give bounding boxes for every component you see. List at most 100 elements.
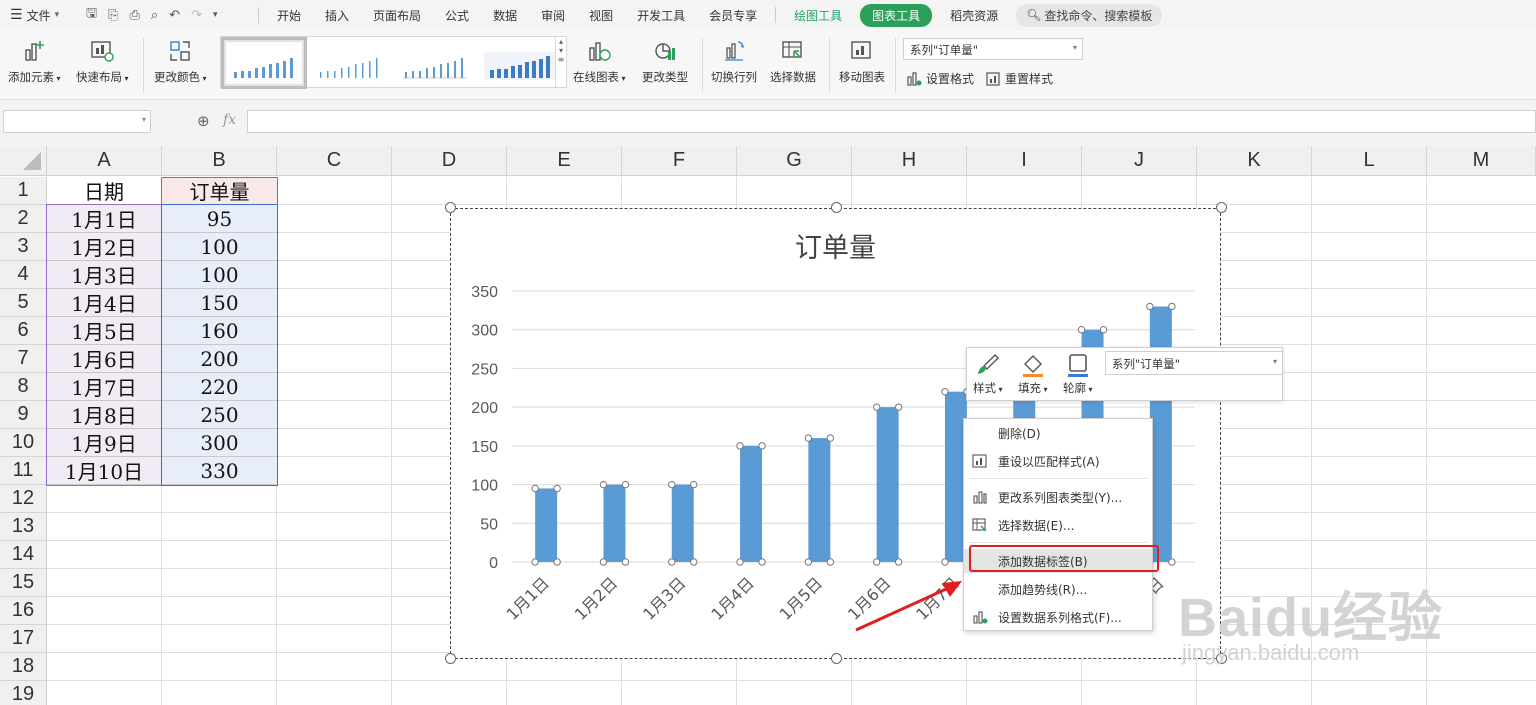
gallery-scroll[interactable]: ▴ ▾ ≡ <box>555 37 566 87</box>
date-cell[interactable]: 1月4日 <box>47 289 162 317</box>
row-header[interactable]: 5 <box>0 289 47 317</box>
menu-tab[interactable]: 绘图工具 <box>782 7 854 24</box>
menu-item-change-series-type[interactable]: 更改系列图表类型(Y)... <box>964 485 1152 509</box>
menu-item-add-trendline[interactable]: 添加趋势线(R)... <box>964 577 1152 601</box>
row-header[interactable]: 3 <box>0 233 47 261</box>
date-cell[interactable]: 1月3日 <box>47 261 162 289</box>
date-cell[interactable]: 1月5日 <box>47 317 162 345</box>
menu-tab[interactable]: 视图 <box>577 7 625 24</box>
order-cell[interactable]: 150 <box>162 289 277 317</box>
menu-tab[interactable]: 开始 <box>265 7 313 24</box>
undo-icon[interactable]: ↶ <box>169 8 180 23</box>
menu-item-reset-style[interactable]: 重设以匹配样式(A) <box>964 449 1152 473</box>
row-header[interactable]: 18 <box>0 653 47 681</box>
menu-tab[interactable]: 数据 <box>481 7 529 24</box>
order-cell[interactable]: 100 <box>162 233 277 261</box>
menu-tab[interactable]: 稻壳资源 <box>938 7 1010 24</box>
row-header[interactable]: 19 <box>0 681 47 705</box>
file-menu-button[interactable]: ☰ 文件 ▾ <box>0 7 80 24</box>
select-all-corner[interactable] <box>0 146 47 176</box>
fill-button[interactable]: 填充 ▾ <box>1018 352 1048 396</box>
row-header[interactable]: 4 <box>0 261 47 289</box>
chart-resize-handle[interactable] <box>830 653 842 664</box>
menu-item-select-data[interactable]: 选择数据(E)... <box>964 513 1152 537</box>
column-header[interactable]: J <box>1082 146 1197 176</box>
fx-icon[interactable]: fx <box>223 112 236 128</box>
menu-tab[interactable]: 会员专享 <box>697 7 769 24</box>
column-header[interactable]: C <box>277 146 392 176</box>
order-cell[interactable]: 300 <box>162 429 277 457</box>
date-cell[interactable]: 1月6日 <box>47 345 162 373</box>
column-header[interactable]: H <box>852 146 967 176</box>
select-data-button[interactable]: 选择数据 <box>770 38 816 85</box>
row-header[interactable]: 8 <box>0 373 47 401</box>
move-chart-button[interactable]: 移动图表 <box>839 38 885 85</box>
format-painter-icon[interactable]: ⎘ <box>108 8 118 23</box>
row-header[interactable]: 14 <box>0 541 47 569</box>
order-cell[interactable]: 200 <box>162 345 277 373</box>
chart-bar[interactable] <box>603 484 626 562</box>
row-header[interactable]: 13 <box>0 513 47 541</box>
chart-resize-handle[interactable] <box>445 202 456 213</box>
chart-style-2[interactable] <box>310 40 390 86</box>
row-header[interactable]: 15 <box>0 569 47 597</box>
menu-tab[interactable]: 插入 <box>313 7 361 24</box>
print-preview-icon[interactable]: ⌕ <box>151 8 158 23</box>
menu-tab[interactable]: 开发工具 <box>625 7 697 24</box>
chart-bar[interactable] <box>671 484 694 562</box>
mini-series-select[interactable]: 系列"订单量" ▾ <box>1105 351 1283 375</box>
set-format-button[interactable]: 设置格式 <box>906 70 974 87</box>
date-cell[interactable]: 1月10日 <box>47 457 162 485</box>
chart-bar[interactable] <box>1149 306 1172 562</box>
switch-row-col-button[interactable]: 切换行列 <box>711 38 757 85</box>
add-element-button[interactable]: 添加元素 ▾ <box>8 38 61 85</box>
row-header[interactable]: 9 <box>0 401 47 429</box>
cell-b1[interactable]: 订单量 <box>162 177 277 205</box>
row-header[interactable]: 17 <box>0 625 47 653</box>
menu-tab[interactable]: 页面布局 <box>361 7 433 24</box>
order-cell[interactable]: 160 <box>162 317 277 345</box>
date-cell[interactable]: 1月7日 <box>47 373 162 401</box>
column-header[interactable]: B <box>162 146 277 176</box>
reset-style-button[interactable]: 重置样式 <box>985 70 1053 87</box>
menu-tab[interactable]: 图表工具 <box>860 3 933 27</box>
column-header[interactable]: G <box>737 146 852 176</box>
column-header[interactable]: K <box>1197 146 1312 176</box>
order-cell[interactable]: 100 <box>162 261 277 289</box>
column-header[interactable]: A <box>47 146 162 176</box>
cell-a1[interactable]: 日期 <box>47 177 162 205</box>
name-box[interactable]: ▾ <box>3 110 151 133</box>
chart-style-1[interactable] <box>221 37 307 89</box>
redo-icon[interactable]: ↷ <box>191 8 202 23</box>
style-button[interactable]: 样式 ▾ <box>973 352 1003 396</box>
date-cell[interactable]: 1月8日 <box>47 401 162 429</box>
date-cell[interactable]: 1月2日 <box>47 233 162 261</box>
menu-tab[interactable]: 公式 <box>433 7 481 24</box>
order-cell[interactable]: 220 <box>162 373 277 401</box>
change-type-button[interactable]: 更改类型 <box>642 38 688 85</box>
date-cell[interactable]: 1月9日 <box>47 429 162 457</box>
order-cell[interactable]: 95 <box>162 205 277 233</box>
menu-item-format-series[interactable]: 设置数据系列格式(F)... <box>964 605 1152 629</box>
command-search[interactable]: 🔍︎ 查找命令、搜索模板 <box>1016 3 1163 27</box>
row-header[interactable]: 7 <box>0 345 47 373</box>
row-header[interactable]: 10 <box>0 429 47 457</box>
zoom-formula-icon[interactable]: ⊕ <box>197 112 210 130</box>
date-cell[interactable]: 1月1日 <box>47 205 162 233</box>
chart-bar[interactable] <box>740 445 763 562</box>
chart-style-3[interactable] <box>395 40 475 86</box>
row-header[interactable]: 11 <box>0 457 47 485</box>
change-color-button[interactable]: 更改颜色 ▾ <box>154 38 207 85</box>
chart-bar[interactable] <box>535 488 558 562</box>
chart-bar[interactable] <box>808 438 831 562</box>
column-header[interactable]: D <box>392 146 507 176</box>
chart-resize-handle[interactable] <box>445 653 456 664</box>
formula-input[interactable] <box>247 110 1536 133</box>
row-header[interactable]: 1 <box>0 177 47 205</box>
column-header[interactable]: L <box>1312 146 1427 176</box>
column-header[interactable]: E <box>507 146 622 176</box>
save-icon[interactable]: 🖫 <box>86 4 97 26</box>
column-header[interactable]: I <box>967 146 1082 176</box>
customize-qat-icon[interactable]: ▾ <box>213 10 218 20</box>
order-cell[interactable]: 250 <box>162 401 277 429</box>
